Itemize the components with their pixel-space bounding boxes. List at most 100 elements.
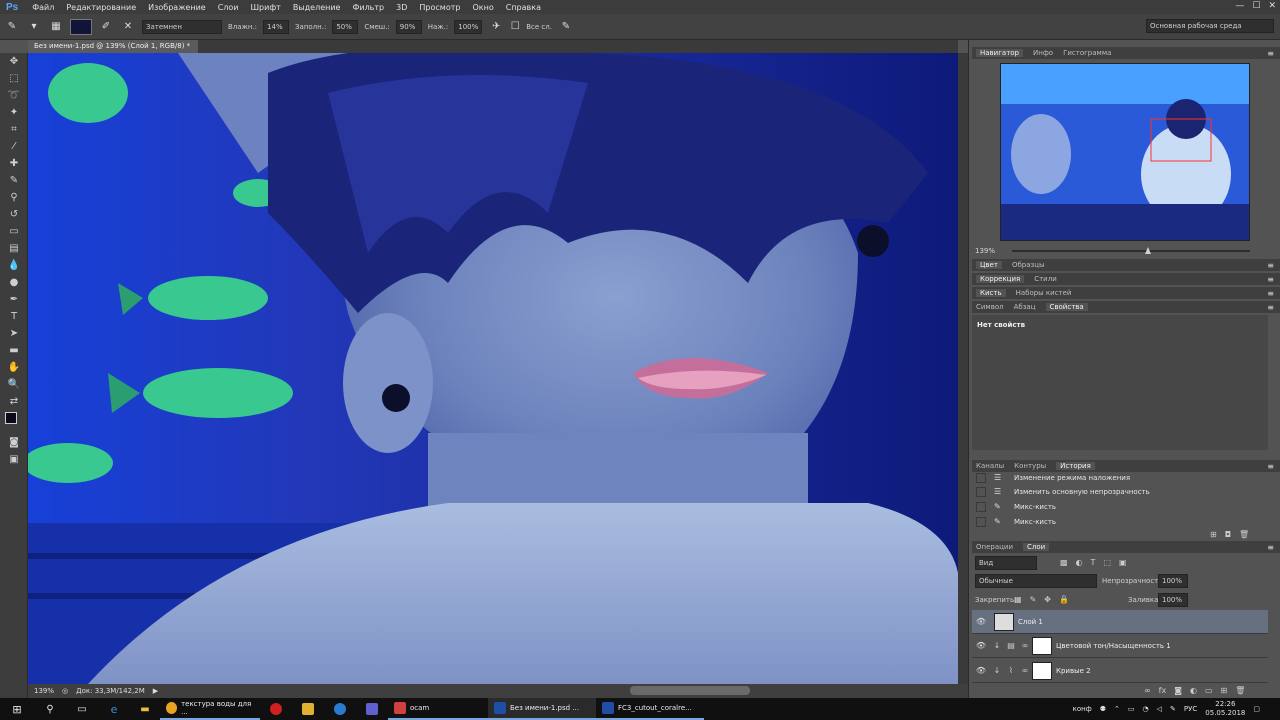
minimize-button[interactable]: — bbox=[1235, 1, 1244, 11]
layer-filter-select[interactable]: Вид bbox=[975, 556, 1037, 570]
menu-view[interactable]: Просмотр bbox=[413, 3, 466, 12]
crop-tool-icon[interactable]: ⌗ bbox=[0, 121, 28, 138]
add-mask-icon[interactable]: ◙ bbox=[1174, 686, 1182, 695]
network-icon[interactable]: ◔ bbox=[1143, 705, 1149, 713]
type-tool-icon[interactable]: T bbox=[0, 308, 28, 325]
navigator-thumbnail[interactable] bbox=[1000, 63, 1250, 241]
layer-name[interactable]: Цветовой тон/Насыщенность 1 bbox=[1056, 642, 1171, 650]
document-tab[interactable]: Без имени-1.psd @ 139% (Слой 1, RGB/8) * bbox=[28, 40, 198, 53]
menu-edit[interactable]: Редактирование bbox=[60, 3, 142, 12]
tab-brush[interactable]: Кисть bbox=[976, 289, 1006, 297]
filter-adjust-icon[interactable]: ◐ bbox=[1076, 558, 1083, 567]
windows-start-icon[interactable]: ⊞ bbox=[0, 698, 34, 720]
clean-brush-icon[interactable]: ✕ bbox=[120, 19, 136, 35]
taskbar-photoshop-1[interactable]: Без имени-1.psd ... bbox=[488, 698, 596, 720]
quick-mask-icon[interactable]: ◙ bbox=[0, 434, 28, 451]
eraser-icon[interactable]: ▭ bbox=[0, 223, 28, 240]
blur-tool-icon[interactable]: 💧 bbox=[0, 257, 28, 274]
layer-row[interactable]: 👁 Слой 1 bbox=[972, 610, 1268, 634]
mix-input[interactable]: 90% bbox=[395, 19, 422, 34]
panel-menu-icon[interactable]: ≡ bbox=[1267, 289, 1274, 298]
tab-navigator[interactable]: Навигатор bbox=[976, 49, 1023, 57]
workspace-select[interactable]: Основная рабочая среда bbox=[1146, 19, 1274, 33]
menu-select[interactable]: Выделение bbox=[287, 3, 347, 12]
visibility-eye-icon[interactable]: 👁 bbox=[972, 666, 990, 675]
status-arrow-icon[interactable]: ▶ bbox=[153, 687, 158, 695]
panel-menu-icon[interactable]: ≡ bbox=[1267, 275, 1274, 284]
file-explorer-icon[interactable]: ▬ bbox=[130, 698, 160, 720]
history-item[interactable]: ✎ Микс-кисть bbox=[972, 499, 1268, 514]
pen-tool-icon[interactable]: ✒ bbox=[0, 291, 28, 308]
canvas-vertical-scrollbar[interactable] bbox=[958, 53, 968, 684]
foreground-color[interactable] bbox=[5, 412, 17, 424]
hand-tool-icon[interactable]: ✋ bbox=[0, 359, 28, 376]
maximize-button[interactable]: ☐ bbox=[1252, 1, 1260, 11]
panel-menu-icon[interactable]: ≡ bbox=[1267, 261, 1274, 270]
trash-icon[interactable]: 🗑 bbox=[1235, 686, 1245, 695]
lock-all-icon[interactable]: 🔒 bbox=[1059, 595, 1069, 604]
marquee-tool-icon[interactable]: ⬚ bbox=[0, 70, 28, 87]
pressure-icon[interactable]: ✎ bbox=[558, 19, 574, 35]
tray-weather[interactable]: конф bbox=[1073, 705, 1092, 713]
filter-type-icon[interactable]: T bbox=[1091, 558, 1096, 567]
notifications-icon[interactable]: ▢ bbox=[1253, 705, 1260, 713]
opacity-input[interactable]: 100% bbox=[1158, 574, 1188, 588]
new-adjustment-icon[interactable]: ◐ bbox=[1190, 686, 1197, 695]
panel-menu-icon[interactable]: ≡ bbox=[1267, 49, 1274, 58]
menu-window[interactable]: Окно bbox=[466, 3, 499, 12]
path-select-icon[interactable]: ➤ bbox=[0, 325, 28, 342]
taskbar-ocam[interactable]: ocam bbox=[388, 698, 488, 720]
tab-paragraph[interactable]: Абзац bbox=[1014, 303, 1036, 311]
chain-link-icon[interactable]: ∞ bbox=[1018, 641, 1032, 650]
swap-colors-icon[interactable]: ⇄ bbox=[0, 393, 28, 410]
fill-input[interactable]: 100% bbox=[1158, 593, 1188, 607]
brush-load-swatch[interactable] bbox=[70, 18, 92, 35]
history-item[interactable]: ☰ Изменение режима наложения bbox=[972, 470, 1268, 485]
close-button[interactable]: ✕ bbox=[1268, 1, 1276, 11]
status-zoom[interactable]: 139% bbox=[34, 687, 54, 695]
mixer-brush-icon[interactable]: ✎ bbox=[4, 19, 20, 35]
menu-image[interactable]: Изображение bbox=[142, 3, 212, 12]
visibility-eye-icon[interactable]: 👁 bbox=[972, 617, 990, 626]
document-canvas[interactable] bbox=[28, 53, 958, 684]
brush-preset-icon[interactable]: ▾ bbox=[26, 19, 42, 35]
history-item[interactable]: ☰ Изменить основную непрозрачность bbox=[972, 484, 1268, 499]
tab-history[interactable]: История bbox=[1056, 462, 1095, 470]
panel-menu-icon[interactable]: ≡ bbox=[1267, 543, 1274, 552]
tab-color[interactable]: Цвет bbox=[976, 261, 1002, 269]
screen-mode-icon[interactable]: ▣ bbox=[0, 451, 28, 468]
quick-select-icon[interactable]: ✦ bbox=[0, 104, 28, 121]
brush-tool-icon[interactable]: ✎ bbox=[0, 172, 28, 189]
tab-properties[interactable]: Свойства bbox=[1045, 303, 1088, 311]
chevron-up-icon[interactable]: ⌃ bbox=[1114, 705, 1120, 713]
flow-input[interactable]: 100% bbox=[454, 19, 483, 34]
visibility-eye-icon[interactable]: 👁 bbox=[972, 641, 990, 650]
fx-icon[interactable]: fx bbox=[1159, 686, 1167, 695]
taskbar-player[interactable] bbox=[292, 698, 324, 720]
new-document-icon[interactable]: ⊞ bbox=[1210, 530, 1217, 539]
color-swatches[interactable] bbox=[0, 410, 27, 434]
wet-input[interactable]: 14% bbox=[263, 19, 290, 34]
load-brush-icon[interactable]: ✐ bbox=[98, 19, 114, 35]
tab-adjustments[interactable]: Коррекция bbox=[976, 275, 1025, 283]
blend-preset-select[interactable]: Затемнен bbox=[142, 19, 222, 34]
tab-layers[interactable]: Слои bbox=[1023, 543, 1050, 551]
snapshot-icon[interactable]: ◘ bbox=[1225, 530, 1231, 539]
ink-icon[interactable]: ✎ bbox=[1170, 705, 1176, 713]
layer-row[interactable]: 👁 ↓ ▤ ∞ Цветовой тон/Насыщенность 1 bbox=[972, 634, 1268, 658]
eyedropper-icon[interactable]: ⁄ bbox=[0, 138, 28, 155]
navigator-zoom-slider[interactable] bbox=[1012, 250, 1250, 252]
volume-icon[interactable]: ◁ bbox=[1157, 705, 1162, 713]
brush-panel-icon[interactable]: ▦ bbox=[48, 19, 64, 35]
edge-icon[interactable]: e bbox=[98, 698, 130, 720]
clock[interactable]: 22:26 05.05.2018 bbox=[1205, 700, 1245, 718]
history-brush-icon[interactable]: ↺ bbox=[0, 206, 28, 223]
taskbar-chrome[interactable]: текстура воды для ... bbox=[160, 698, 260, 720]
taskbar-grid-app[interactable] bbox=[356, 698, 388, 720]
tab-swatches[interactable]: Образцы bbox=[1012, 261, 1045, 269]
battery-icon[interactable]: ▭ bbox=[1128, 705, 1135, 713]
task-view-icon[interactable]: ▭ bbox=[66, 698, 98, 720]
trash-icon[interactable]: 🗑 bbox=[1239, 530, 1249, 539]
link-layers-icon[interactable]: ∞ bbox=[1144, 686, 1151, 695]
panel-menu-icon[interactable]: ≡ bbox=[1267, 462, 1274, 471]
